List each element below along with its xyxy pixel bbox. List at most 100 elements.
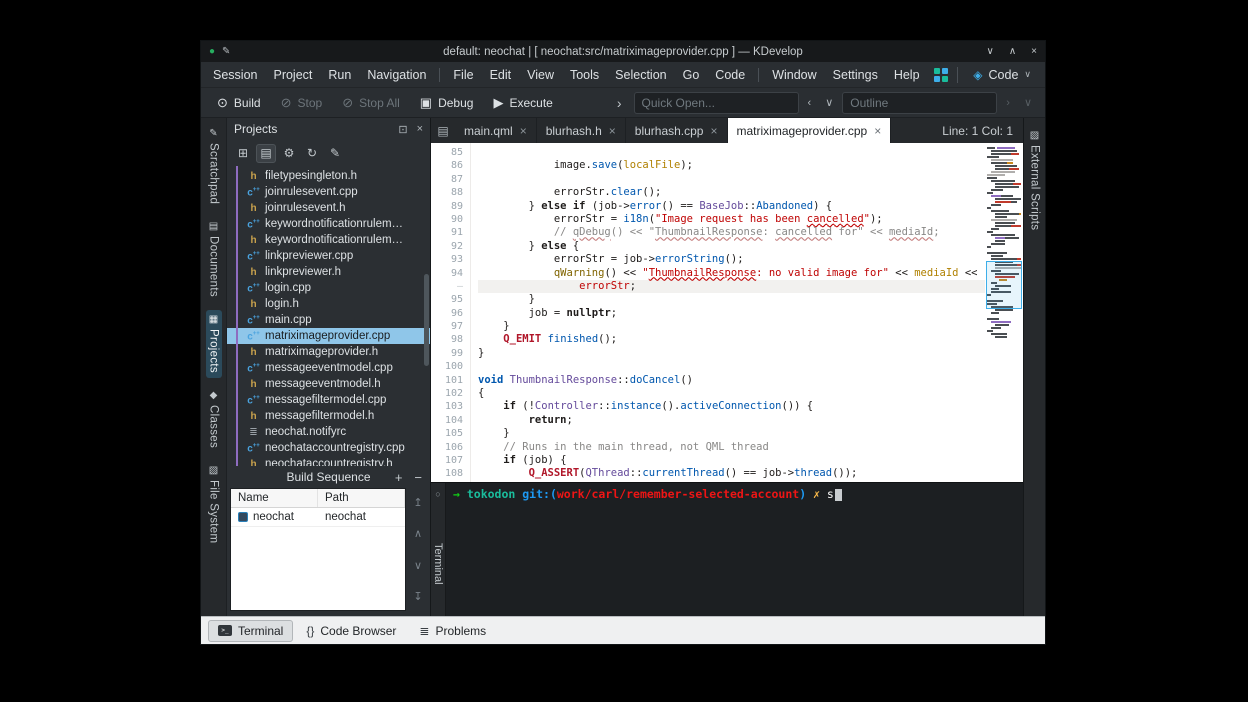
list-view-icon[interactable]: ▤ xyxy=(256,144,276,163)
editor-tab-main-qml[interactable]: main.qml × xyxy=(455,118,537,143)
quick-open-input[interactable] xyxy=(634,92,799,114)
menu-help[interactable]: Help xyxy=(886,64,928,86)
dock-tab-label: Classes xyxy=(208,405,220,448)
move-bottom-icon[interactable]: ↧ xyxy=(413,590,422,603)
code-line: } else if (job->error() == BaseJob::Aban… xyxy=(478,200,985,213)
dock-tab-file-system[interactable]: ▧File System xyxy=(206,461,222,548)
maximize-button[interactable]: ∧ xyxy=(1009,46,1016,57)
dock-tab-documents[interactable]: ▤Documents xyxy=(206,217,222,302)
close-tab-icon[interactable]: × xyxy=(874,124,881,138)
code-text[interactable]: image.save(localFile); errorStr.clear();… xyxy=(471,143,985,482)
tree-item-keywordnotificationrulem[interactable]: hkeywordnotificationrulem… xyxy=(227,232,430,248)
close-tab-icon[interactable]: × xyxy=(710,124,717,138)
build-button[interactable]: ⊙Build xyxy=(209,92,269,114)
build-item-name: neochat xyxy=(253,511,294,523)
dock-tab-projects[interactable]: ▦Projects xyxy=(206,310,222,378)
menubar-right: ◈ Code ∨ xyxy=(934,65,1041,85)
editor-tab-label: main.qml xyxy=(464,124,513,138)
menu-session[interactable]: Session xyxy=(205,64,265,86)
tree-item-login-h[interactable]: hlogin.h xyxy=(227,296,430,312)
tree-item-neochataccountregistry-h[interactable]: hneochataccountregistry.h xyxy=(227,456,430,466)
h-file-icon: h xyxy=(247,170,260,183)
close-panel-icon[interactable]: × xyxy=(417,123,423,136)
tree-item-linkpreviewer-cpp[interactable]: c++linkpreviewer.cpp xyxy=(227,248,430,264)
tree-item-joinrulesevent-h[interactable]: hjoinrulesevent.h xyxy=(227,200,430,216)
code-line: if (!Controller::instance().activeConnec… xyxy=(478,400,985,413)
move-down-icon[interactable]: ∨ xyxy=(414,559,422,572)
dock-tab-classes[interactable]: ◆Classes xyxy=(206,386,222,453)
build-sequence-row[interactable]: neochatneochat xyxy=(231,508,405,527)
outline-input[interactable] xyxy=(842,92,997,114)
tree-item-keywordnotificationrulem[interactable]: c++keywordnotificationrulem… xyxy=(227,216,430,232)
tree-item-joinrulesevent-cpp[interactable]: c++joinrulesevent.cpp xyxy=(227,184,430,200)
tree-scrollbar[interactable] xyxy=(424,274,429,366)
move-up-icon[interactable]: ∧ xyxy=(414,527,422,540)
tree-item-login-cpp[interactable]: c++login.cpp xyxy=(227,280,430,296)
close-button[interactable]: × xyxy=(1031,46,1037,57)
code-line: errorStr; xyxy=(478,280,985,293)
code-browser-toggle-button[interactable]: {}Code Browser xyxy=(296,620,406,642)
debug-button[interactable]: ▣Debug xyxy=(412,92,482,114)
add-to-build-sequence-button[interactable]: + xyxy=(395,470,403,485)
code-editor[interactable]: 85868788899091929394–9596979899100101102… xyxy=(431,143,1023,482)
menu-view[interactable]: View xyxy=(519,64,562,86)
tree-item-main-cpp[interactable]: c++main.cpp xyxy=(227,312,430,328)
tree-item-linkpreviewer-h[interactable]: hlinkpreviewer.h xyxy=(227,264,430,280)
quick-open-dropdown-icon[interactable]: ∨ xyxy=(820,94,838,111)
menu-file[interactable]: File xyxy=(445,64,481,86)
filter-icon[interactable]: ✎ xyxy=(325,144,345,163)
minimize-button[interactable]: ∨ xyxy=(987,46,994,57)
minimap-viewport[interactable] xyxy=(986,261,1022,309)
tree-item-matriximageprovider-cpp[interactable]: c++matriximageprovider.cpp xyxy=(227,328,430,344)
close-tab-icon[interactable]: × xyxy=(609,124,616,138)
menu-window[interactable]: Window xyxy=(764,64,824,86)
terminal-content[interactable]: → tokodon git:(work/carl/remember-select… xyxy=(446,483,1023,616)
tree-items: hfiletypesingleton.hc++joinrulesevent.cp… xyxy=(227,168,430,466)
problems-toggle-button[interactable]: ≣Problems xyxy=(409,620,496,642)
tree-item-matriximageprovider-h[interactable]: hmatriximageprovider.h xyxy=(227,344,430,360)
tree-item-neochat-notifyrc[interactable]: ≣neochat.notifyrc xyxy=(227,424,430,440)
reload-icon[interactable]: ↻ xyxy=(302,144,322,163)
menu-code[interactable]: Code xyxy=(707,64,753,86)
menu-settings[interactable]: Settings xyxy=(825,64,886,86)
tree-item-neochataccountregistry-cpp[interactable]: c++neochataccountregistry.cpp xyxy=(227,440,430,456)
editor-tab-matriximageprovider-cpp[interactable]: matriximageprovider.cpp× xyxy=(728,118,892,143)
menu-go[interactable]: Go xyxy=(675,64,708,86)
tree-item-messageeventmodel-cpp[interactable]: c++messageeventmodel.cpp xyxy=(227,360,430,376)
area-switcher-button[interactable]: ◈ Code ∨ xyxy=(967,65,1037,85)
dock-tab-external-scripts[interactable]: ▨External Scripts xyxy=(1027,126,1043,235)
menu-project[interactable]: Project xyxy=(265,64,320,86)
tree-item-messageeventmodel-h[interactable]: hmessageeventmodel.h xyxy=(227,376,430,392)
minimap-line xyxy=(987,162,1021,164)
editor-tab-blurhash-cpp[interactable]: blurhash.cpp× xyxy=(626,118,728,143)
terminal-toggle-button[interactable]: >_Terminal xyxy=(208,620,293,642)
tree-item-label: joinrulesevent.h xyxy=(265,202,346,214)
toolbar-overflow-icon[interactable]: › xyxy=(609,95,630,111)
menu-run[interactable]: Run xyxy=(320,64,359,86)
menu-edit[interactable]: Edit xyxy=(482,64,520,86)
tree-item-messagefiltermodel-cpp[interactable]: c++messagefiltermodel.cpp xyxy=(227,392,430,408)
settings-icon[interactable]: ⚙ xyxy=(279,144,299,163)
cursor-position-status: Line: 1 Col: 1 xyxy=(932,118,1023,143)
quick-open-back-button[interactable]: ‹ xyxy=(803,95,817,111)
editor-tab-label: blurhash.h xyxy=(546,124,602,138)
editor-tab-blurhash-h[interactable]: blurhash.h × xyxy=(537,118,626,143)
menu-navigation[interactable]: Navigation xyxy=(359,64,434,86)
add-project-icon[interactable]: ⊞ xyxy=(233,144,253,163)
move-top-icon[interactable]: ↥ xyxy=(413,496,422,509)
tree-item-messagefiltermodel-h[interactable]: hmessagefiltermodel.h xyxy=(227,408,430,424)
document-switcher-icon[interactable]: ▤ xyxy=(431,118,455,143)
terminal-vertical-tab[interactable]: Terminal xyxy=(432,543,444,585)
dock-tab-scratchpad[interactable]: ✎Scratchpad xyxy=(206,124,222,209)
remove-from-build-sequence-button[interactable]: − xyxy=(414,470,422,485)
tree-item-filetypesingleton-h[interactable]: hfiletypesingleton.h xyxy=(227,168,430,184)
menu-tools[interactable]: Tools xyxy=(562,64,607,86)
float-panel-icon[interactable]: ⊡ xyxy=(398,123,407,136)
menu-selection[interactable]: Selection xyxy=(607,64,674,86)
minimap-line xyxy=(987,330,1021,332)
execute-button[interactable]: ▶Execute xyxy=(485,92,560,114)
area-grid-icon[interactable] xyxy=(934,68,948,82)
h-file-icon: h xyxy=(247,298,260,311)
close-tab-icon[interactable]: × xyxy=(520,124,527,138)
minimap[interactable] xyxy=(985,143,1023,482)
